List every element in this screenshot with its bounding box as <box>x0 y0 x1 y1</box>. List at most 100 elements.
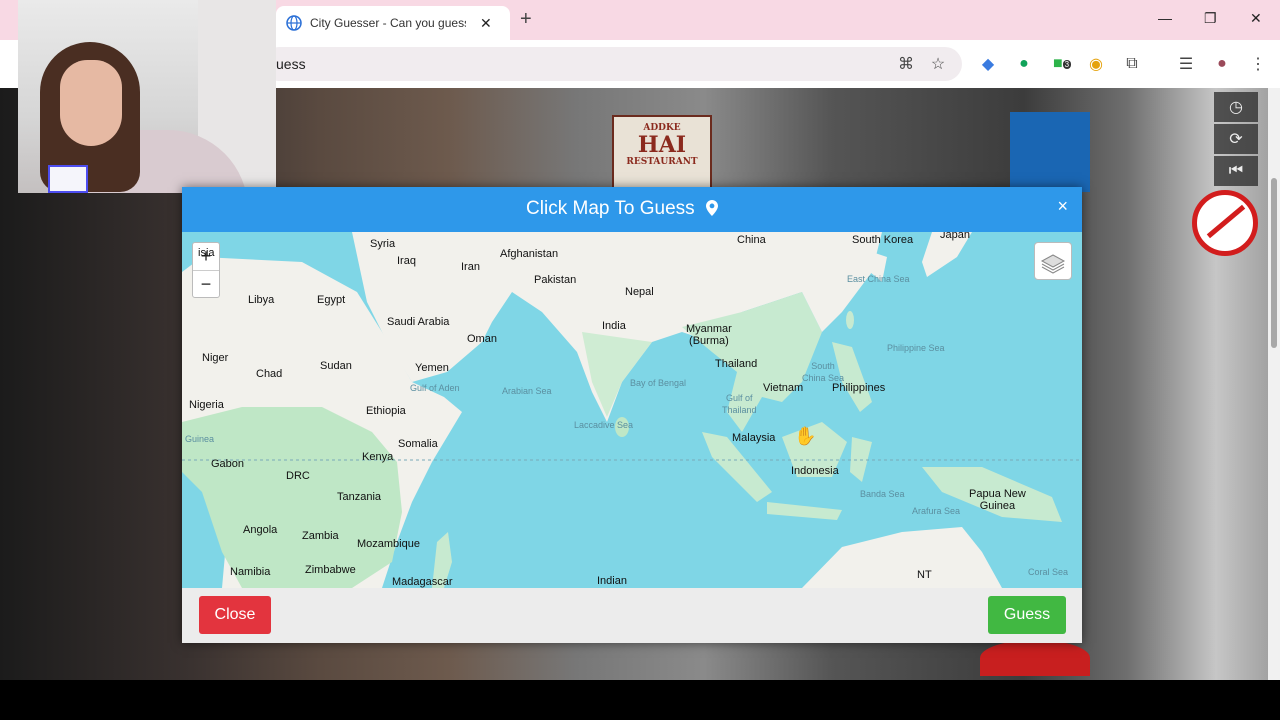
modal-header: Click Map To Guess × <box>182 187 1082 232</box>
modal-close-icon[interactable]: × <box>1057 196 1068 217</box>
close-button[interactable]: Close <box>199 596 271 634</box>
grammarly-icon[interactable]: ● <box>1014 54 1034 74</box>
lbl-kenya: Kenya <box>362 451 394 463</box>
india-vegetation <box>582 332 652 417</box>
street-red-sign <box>980 640 1090 676</box>
lbl-angola: Angola <box>243 524 278 536</box>
tab-close-icon[interactable]: ✕ <box>480 15 492 32</box>
lbl-guinea: Guinea <box>185 434 215 444</box>
zoom-out-button[interactable]: − <box>193 271 219 298</box>
webcam-mug <box>48 165 88 193</box>
lbl-somalia: Somalia <box>398 438 438 450</box>
lbl-pakistan: Pakistan <box>534 274 577 286</box>
extension-translate-icon[interactable]: ◆ <box>978 54 998 74</box>
globe-icon <box>286 15 302 31</box>
media-icon[interactable]: ☰ <box>1176 54 1196 74</box>
new-tab-icon[interactable]: + <box>520 8 532 31</box>
lbl-chad: Chad <box>256 368 283 380</box>
lbl-banda-sea: Banda Sea <box>860 489 905 499</box>
guess-button[interactable]: Guess <box>988 596 1066 634</box>
lbl-drc: DRC <box>286 470 310 482</box>
map-pin-icon <box>705 200 718 216</box>
browser-tab[interactable]: City Guesser - Can you guess w ✕ <box>276 6 510 40</box>
lbl-east-china-sea: East China Sea <box>847 274 910 284</box>
lbl-south-china-sea: South China Sea <box>802 361 845 383</box>
puzzle-icon[interactable]: ⧉ <box>1122 54 1142 74</box>
lbl-nepal: Nepal <box>625 286 654 298</box>
lbl-saudi-arabia: Saudi Arabia <box>387 316 450 328</box>
lbl-china: China <box>737 234 766 246</box>
lbl-japan: Japan <box>940 232 970 241</box>
page-scrollbar[interactable] <box>1268 88 1280 680</box>
lbl-sudan: Sudan <box>320 360 352 372</box>
lbl-egypt: Egypt <box>317 294 346 306</box>
chrome-extension-icon[interactable]: ◉ <box>1086 54 1106 74</box>
extension-badge-count: 3 <box>1062 59 1072 69</box>
scrollbar-thumb[interactable] <box>1271 178 1277 348</box>
lbl-indian: Indian <box>597 575 627 587</box>
restore-icon[interactable]: ❐ <box>1204 10 1217 27</box>
lbl-iraq: Iraq <box>397 255 416 267</box>
australia <box>802 527 1002 588</box>
lbl-myanmar: Myanmar (Burma) <box>686 323 732 347</box>
extension-badge-icon[interactable]: ■ 3 <box>1052 54 1072 74</box>
hand-cursor-icon: ✋ <box>794 426 817 446</box>
minimize-icon[interactable]: — <box>1158 10 1172 26</box>
lbl-indonesia: Indonesia <box>791 465 839 477</box>
lbl-zimbabwe: Zimbabwe <box>305 564 356 576</box>
webcam-overlay <box>18 0 276 193</box>
address-bar[interactable]: uess ⌘ ☆ <box>262 47 962 81</box>
lbl-iran: Iran <box>461 261 480 273</box>
lbl-madagascar: Madagascar <box>392 576 453 588</box>
java <box>767 502 842 520</box>
restaurant-sign: ADDKE HAI RESTAURANT <box>612 115 712 191</box>
street-blue-object <box>1010 112 1090 192</box>
layers-icon[interactable] <box>1034 242 1072 280</box>
modal-title-text: Click Map To Guess <box>526 198 695 219</box>
lbl-bay-of-bengal: Bay of Bengal <box>630 378 687 388</box>
bottom-bar <box>0 680 1280 720</box>
lbl-niger: Niger <box>202 352 229 364</box>
lbl-syria: Syria <box>370 238 396 250</box>
lbl-philippine-sea: Philippine Sea <box>887 343 945 353</box>
lbl-asia: isia <box>198 247 215 259</box>
lbl-oman: Oman <box>467 333 497 345</box>
timer-icon[interactable]: ◷ <box>1214 92 1258 122</box>
translate-icon[interactable]: ⌘ <box>896 54 916 74</box>
lbl-thailand: Thailand <box>715 358 758 370</box>
lbl-gulf-of-aden: Gulf of Aden <box>410 383 460 393</box>
address-text: uess <box>276 56 306 72</box>
lbl-india: India <box>602 320 626 332</box>
lbl-vietnam: Vietnam <box>763 382 804 394</box>
taiwan <box>846 311 854 329</box>
no-smoking-sign <box>1192 190 1258 256</box>
guess-modal: Click Map To Guess × + − isia Syria Iraq… <box>182 187 1082 643</box>
sign-line-3: RESTAURANT <box>626 157 698 167</box>
lbl-south-korea: South Korea <box>852 234 914 246</box>
lbl-papua: Papua New Guinea <box>969 488 1026 512</box>
menu-kebab-icon[interactable]: ⋮ <box>1248 54 1268 74</box>
window-close-icon[interactable]: ✕ <box>1250 10 1262 27</box>
lbl-yemen: Yemen <box>415 362 449 374</box>
lbl-afghanistan: Afghanistan <box>500 248 559 260</box>
lbl-gulf-of-thailand: Gulf of Thailand <box>722 393 757 415</box>
street-view-controls: ◷ ⟳ ⏮ <box>1214 92 1258 188</box>
profile-avatar[interactable]: ● <box>1212 54 1232 74</box>
skip-back-icon[interactable]: ⏮ <box>1214 156 1258 186</box>
tab-title: City Guesser - Can you guess w <box>310 16 466 30</box>
lbl-arafura-sea: Arafura Sea <box>912 506 961 516</box>
lbl-ethiopia: Ethiopia <box>366 405 406 417</box>
lbl-mozambique: Mozambique <box>357 538 420 550</box>
webcam-person-face <box>60 60 122 146</box>
modal-title: Click Map To Guess <box>182 198 1062 220</box>
lbl-nt: NT <box>917 569 932 581</box>
lbl-coral-sea: Coral Sea <box>1028 567 1069 577</box>
lbl-malaysia: Malaysia <box>732 432 776 444</box>
world-map[interactable]: + − isia Syria Iraq Iran Afghanistan Pakistan… <box>182 232 1082 588</box>
lbl-namibia: Namibia <box>230 566 271 578</box>
lbl-laccadive-sea: Laccadive Sea <box>574 420 634 430</box>
refresh-icon[interactable]: ⟳ <box>1214 124 1258 154</box>
bookmark-star-icon[interactable]: ☆ <box>928 54 948 74</box>
sign-line-2: HAI <box>637 132 687 158</box>
lbl-libya: Libya <box>248 294 275 306</box>
